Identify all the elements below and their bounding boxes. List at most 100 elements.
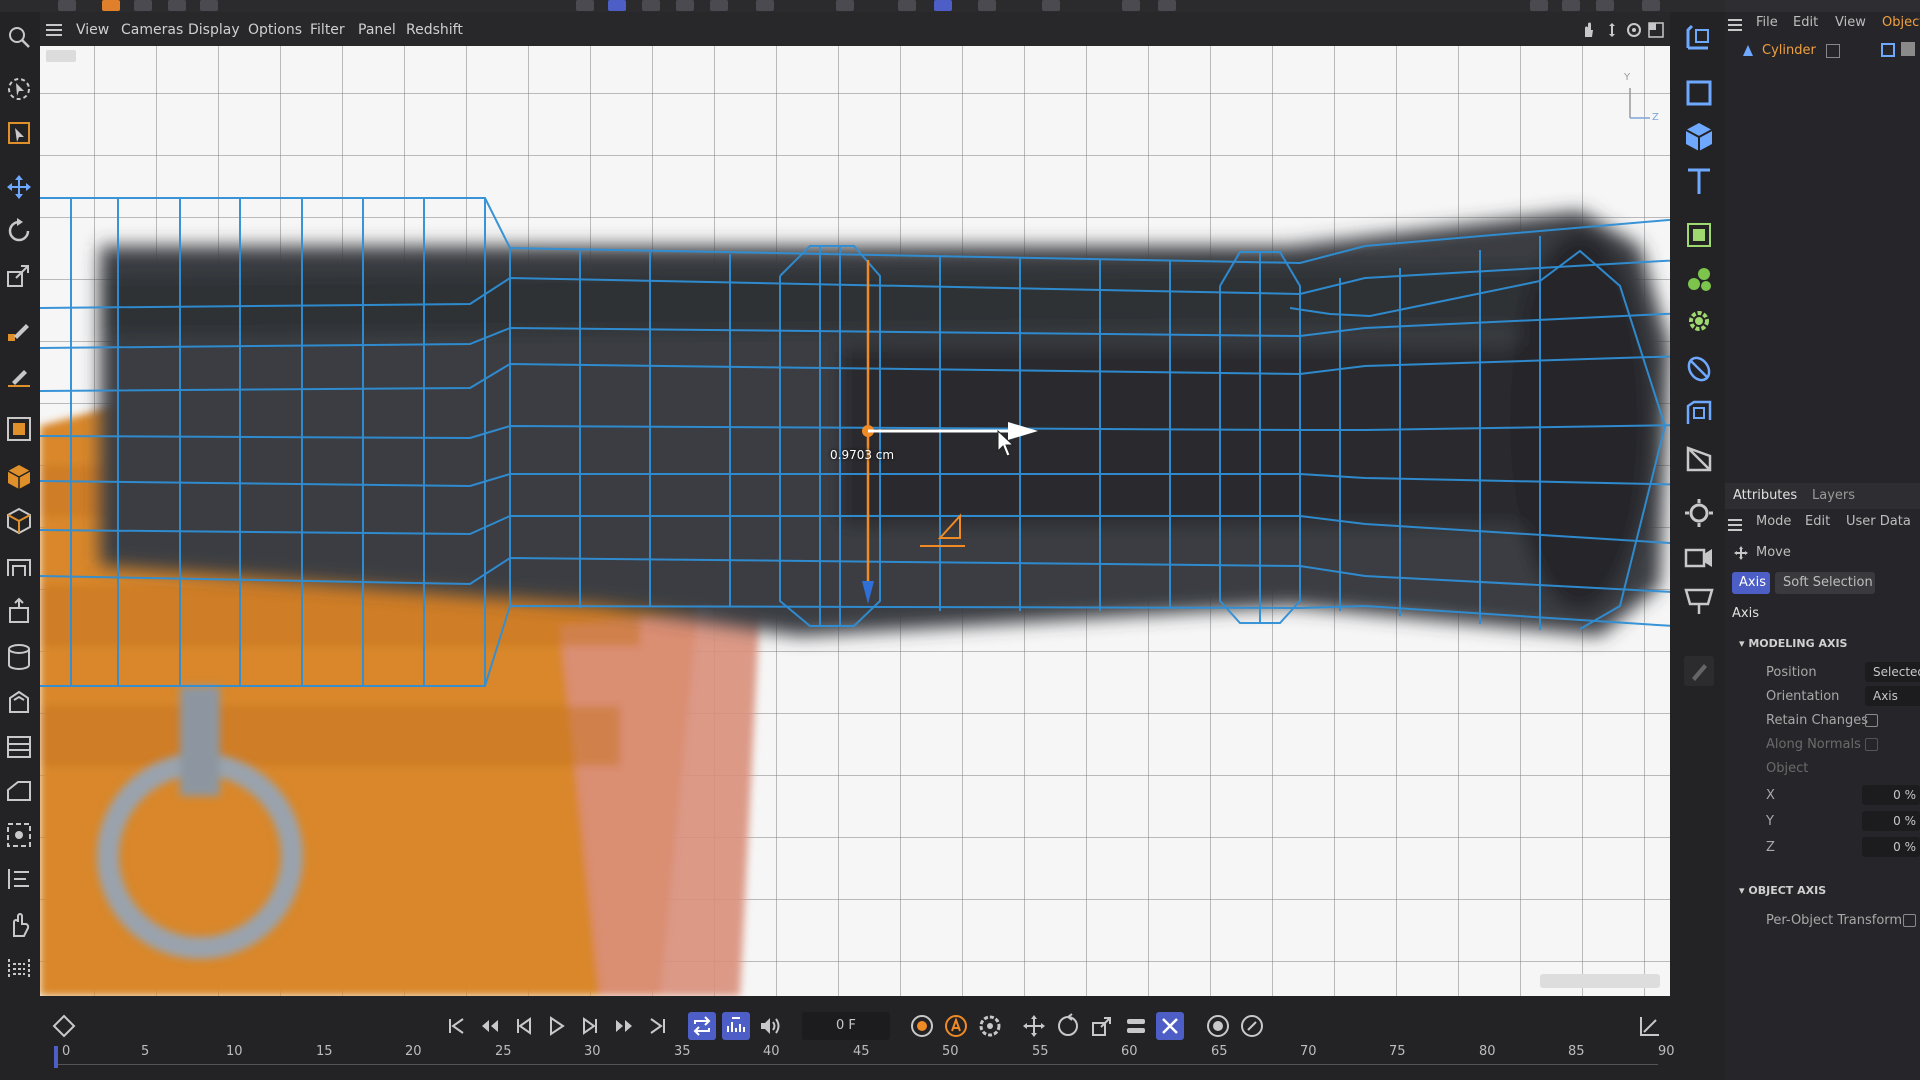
cube-orange-icon[interactable] [4,462,34,492]
along-normals-checkbox[interactable] [1865,738,1878,751]
rotation-key-icon[interactable] [1054,1012,1082,1040]
3d-viewport[interactable]: 0.9703 cm Y Z [40,46,1670,996]
uv-mode-icon[interactable] [676,0,694,11]
cube-outline-icon[interactable] [4,506,34,536]
motion-record-icon[interactable] [1204,1012,1232,1040]
polygon-pen-icon[interactable] [4,688,34,718]
current-frame-field[interactable]: 0 F [802,1012,890,1040]
light-icon[interactable] [1682,496,1716,530]
snap-icon[interactable] [168,0,186,11]
objects-hamburger-icon[interactable] [1728,16,1742,31]
camera-object-icon[interactable] [1682,540,1716,574]
floor-icon[interactable] [1682,584,1716,618]
box-selection-icon[interactable] [4,118,34,148]
point-level-animation-icon[interactable] [1156,1012,1184,1040]
phong-tag-icon[interactable] [1881,42,1895,57]
move-view-icon[interactable] [1604,22,1620,38]
menu-options[interactable]: Options [248,22,302,38]
x-field[interactable]: 0 % [1862,785,1920,805]
sculpt-brush-icon[interactable] [1682,654,1716,688]
extrude-icon[interactable] [4,596,34,626]
attributes-menu-mode[interactable]: Mode [1756,514,1791,529]
brush-icon[interactable] [4,360,34,390]
loop-cut-icon[interactable] [4,732,34,762]
tab-layers[interactable]: Layers [1812,488,1855,503]
bevel-icon[interactable] [4,776,34,806]
subtab-axis[interactable]: Axis [1732,572,1770,594]
objects-menu-file[interactable]: File [1756,15,1778,30]
coords-icon[interactable] [200,0,218,11]
rotate-view-icon[interactable] [1626,22,1642,38]
grid-snap-icon[interactable] [898,0,916,11]
workplane-icon[interactable] [934,0,952,11]
menu-display[interactable]: Display [188,22,240,38]
timeline-ruler[interactable] [54,1064,1658,1065]
objects-menu-view[interactable]: View [1835,15,1866,30]
live-selection-icon[interactable] [4,74,34,104]
edges-mode-icon[interactable] [608,0,626,11]
bridge-icon[interactable] [4,552,34,582]
ffd-icon[interactable] [1682,442,1716,476]
keyframe-diamond-icon[interactable] [50,1012,78,1040]
objects-menu-edit[interactable]: Edit [1793,15,1818,30]
attributes-menu-user-data[interactable]: User Data [1846,514,1911,529]
play-icon[interactable] [542,1012,570,1040]
timeline-graph-icon[interactable] [1636,1012,1664,1040]
magnet-icon[interactable] [836,0,854,11]
weld-icon[interactable] [4,820,34,850]
pan-view-icon[interactable] [1580,22,1596,38]
y-field[interactable]: 0 % [1862,811,1920,831]
polygons-mode-icon[interactable] [642,0,660,11]
points-mode-icon[interactable] [576,0,594,11]
position-dropdown[interactable]: Selected [1865,662,1920,682]
position-key-icon[interactable] [1020,1012,1048,1040]
cloner-icon[interactable] [1682,262,1716,296]
per-object-transform-checkbox[interactable] [1903,914,1916,927]
object-row-cylinder[interactable]: Cylinder [1762,43,1816,58]
undo-icon[interactable] [102,0,120,11]
effector-gear-icon[interactable] [1682,304,1716,338]
file-icon[interactable] [58,0,76,11]
retain-changes-checkbox[interactable] [1865,714,1878,727]
slide-icon[interactable] [4,864,34,894]
attributes-menu-edit[interactable]: Edit [1805,514,1830,529]
attributes-hamburger-icon[interactable] [1728,516,1742,531]
visibility-toggle-icon[interactable] [1826,44,1840,58]
camera-icon[interactable] [1596,0,1614,11]
key-settings-icon[interactable] [976,1012,1004,1040]
tab-attributes[interactable]: Attributes [1733,488,1797,503]
hand-icon[interactable] [4,910,34,940]
coordinate-system-icon[interactable] [1682,20,1716,54]
hamburger-icon[interactable] [46,22,62,36]
deformer-icon[interactable] [1682,352,1716,386]
spline-icon[interactable] [756,0,774,11]
move-icon[interactable] [4,172,34,202]
z-field[interactable]: 0 % [1862,837,1920,857]
sound-icon[interactable] [756,1012,784,1040]
bend-icon[interactable] [1682,396,1716,430]
subdivision-icon[interactable] [1682,218,1716,252]
menu-cameras[interactable]: Cameras [121,22,183,38]
render-icon[interactable] [1042,0,1060,11]
subtab-soft-selection[interactable]: Soft Selection [1775,572,1875,594]
stitch-icon[interactable] [4,954,34,984]
cube-icon[interactable] [1682,120,1716,154]
layout-icon[interactable] [1530,0,1548,11]
modeling-axis-header[interactable]: ▾ MODELING AXIS [1739,637,1847,650]
scale-key-icon[interactable] [1088,1012,1116,1040]
view-box-icon[interactable] [1682,76,1716,110]
material-icon[interactable] [1158,0,1176,11]
orientation-dropdown[interactable]: Axis [1865,686,1920,706]
objects-menu-object[interactable]: Object [1882,15,1920,30]
maximize-view-icon[interactable] [1648,22,1664,38]
text-icon[interactable] [1682,164,1716,198]
object-axis-header[interactable]: ▾ OBJECT AXIS [1739,884,1826,897]
object-box-icon[interactable] [4,414,34,444]
go-to-start-icon[interactable] [442,1012,470,1040]
scale-icon[interactable] [4,260,34,290]
previous-frame-icon[interactable] [510,1012,538,1040]
next-key-icon[interactable] [610,1012,638,1040]
loop-icon[interactable] [688,1012,716,1040]
menu-view[interactable]: View [76,22,109,38]
render-view-icon[interactable] [978,0,996,11]
